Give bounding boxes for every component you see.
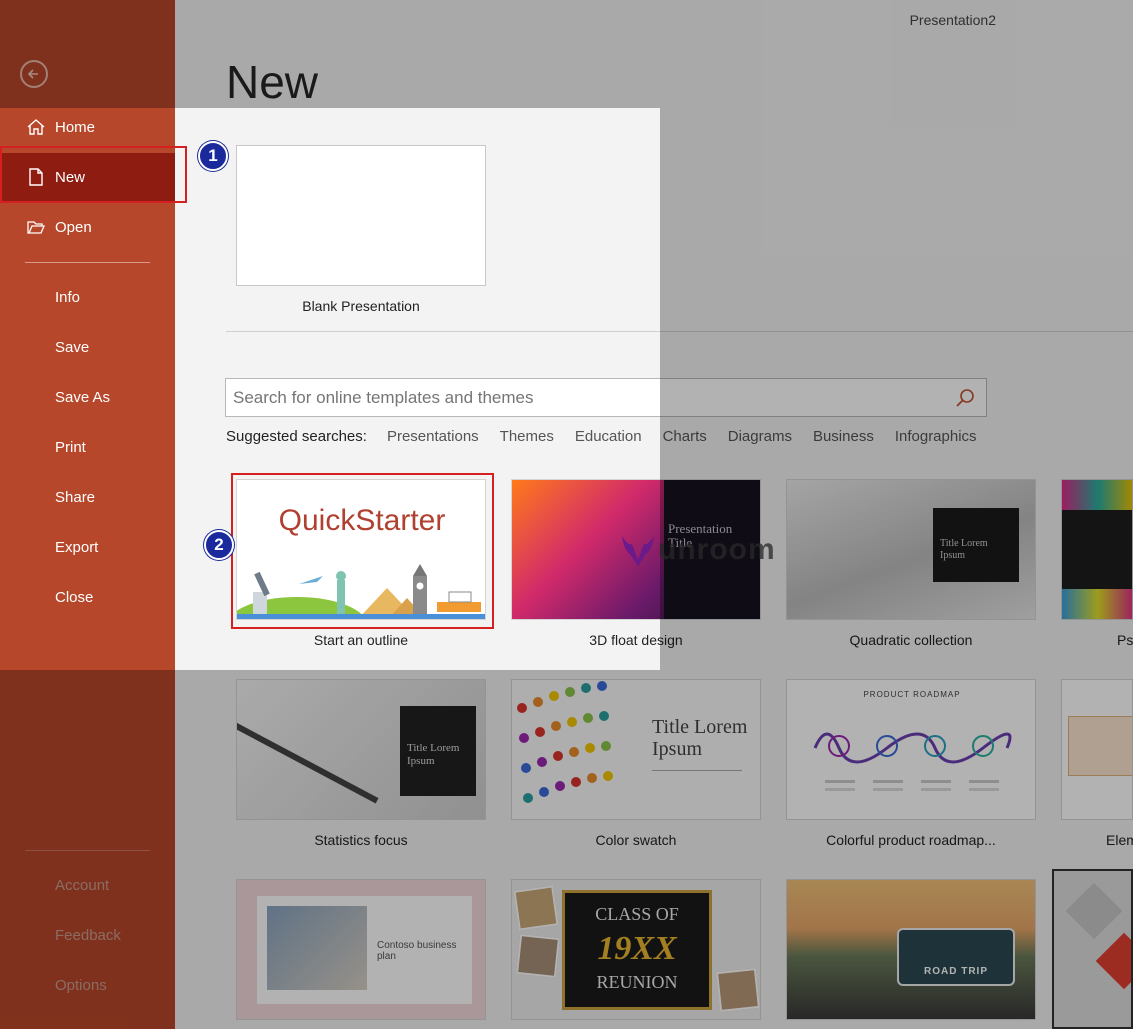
watermark-logo-icon [622,536,654,566]
template-label: Start an outline [313,632,409,648]
nav-share[interactable]: Share [0,473,175,521]
highlight-new [0,146,187,203]
step-badge-2: 2 [204,530,234,560]
suggestion-presentations[interactable]: Presentations [387,428,479,445]
highlight-quickstarter [231,473,494,629]
step-badge-1: 1 [198,141,228,171]
nav-print[interactable]: Print [0,423,175,471]
nav-info-label: Info [55,288,81,306]
dim-overlay-top [0,0,660,108]
nav-close[interactable]: Close [0,573,175,621]
home-icon [24,115,48,139]
nav-home[interactable]: Home [0,103,175,151]
nav-export[interactable]: Export [0,523,175,571]
suggestion-education[interactable]: Education [575,428,642,445]
open-folder-icon [24,215,48,239]
nav-close-label: Close [55,588,94,606]
nav-open-label: Open [55,218,92,236]
nav-save-as[interactable]: Save As [0,373,175,421]
suggested-label: Suggested searches: [226,428,367,445]
nav-export-label: Export [55,538,99,556]
nav-home-label: Home [55,118,96,136]
watermark-text: unroom [658,533,776,566]
blank-presentation-label: Blank Presentation [302,298,420,314]
nav-divider [25,262,150,263]
nav-save[interactable]: Save [0,323,175,371]
dim-overlay-bottom [0,670,660,1029]
nav-save-label: Save [55,338,90,356]
dim-overlay-right [660,0,1133,1029]
nav-share-label: Share [55,488,96,506]
suggestion-themes[interactable]: Themes [500,428,554,445]
watermark: unroom [618,530,776,570]
nav-open[interactable]: Open [0,203,175,251]
nav-save-as-label: Save As [55,388,111,406]
nav-info[interactable]: Info [0,273,175,321]
nav-print-label: Print [55,438,86,456]
blank-presentation-thumbnail[interactable] [236,145,486,286]
